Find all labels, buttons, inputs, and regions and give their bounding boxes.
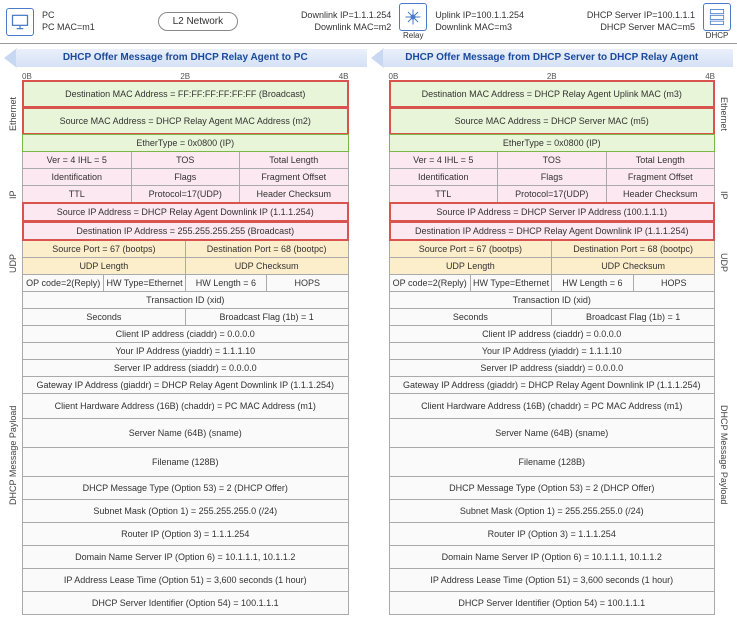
pay-o51: IP Address Lease Time (Option 51) = 3,60… — [22, 568, 349, 592]
ip-row1-r: Ver = 4 IHL = 5TOSTotal Length — [389, 152, 716, 169]
eth-type-r: EtherType = 0x0800 (IP) — [389, 134, 716, 152]
ip-row3-r: TTLProtocol=17(UDP)Header Checksum — [389, 186, 716, 203]
left-arrow: DHCP Offer Message from DHCP Relay Agent… — [4, 48, 367, 70]
pay-o54: DHCP Server Identifier (Option 54) = 100… — [22, 591, 349, 615]
udp-label: UDP — [6, 246, 20, 280]
pay-sname-r: Server Name (64B) (sname) — [389, 418, 716, 448]
eth-src-r: Source MAC Address = DHCP Server MAC (m5… — [389, 107, 716, 135]
ip-row3: TTLProtocol=17(UDP)Header Checksum — [22, 186, 349, 203]
pay-giaddr: Gateway IP Address (giaddr) = DHCP Relay… — [22, 376, 349, 394]
dhcp-label: DHCP — [703, 31, 731, 40]
pc-icon — [6, 8, 34, 36]
pay-sec-r: SecondsBroadcast Flag (1b) = 1 — [389, 309, 716, 326]
udp-ports-r: Source Port = 67 (bootps)Destination Por… — [389, 241, 716, 258]
pay-chaddr: Client Hardware Address (16B) (chaddr) =… — [22, 393, 349, 419]
pay-o54-r: DHCP Server Identifier (Option 54) = 100… — [389, 591, 716, 615]
pay-sname: Server Name (64B) (sname) — [22, 418, 349, 448]
server-mac: DHCP Server MAC=m5 — [587, 22, 695, 34]
ip-label: IP — [6, 150, 20, 240]
pay-sec: SecondsBroadcast Flag (1b) = 1 — [22, 309, 349, 326]
pay-ciaddr-r: Client IP address (ciaddr) = 0.0.0.0 — [389, 325, 716, 343]
server-ip: DHCP Server IP=100.1.1.1 — [587, 10, 695, 22]
relay-label: Relay — [399, 31, 427, 40]
packet-diagrams: DHCP Offer Message from DHCP Relay Agent… — [0, 44, 737, 619]
l2-network-label: L2 Network — [158, 12, 239, 31]
eth-dst-r: Destination MAC Address = DHCP Relay Age… — [389, 80, 716, 108]
pay-op-r: OP code=2(Reply)HW Type=EthernetHW Lengt… — [389, 275, 716, 292]
left-packet: DHCP Offer Message from DHCP Relay Agent… — [4, 48, 367, 615]
right-packet: DHCP Offer Message from DHCP Server to D… — [371, 48, 734, 615]
pc-mac: PC MAC=m1 — [42, 22, 95, 34]
network-topology-bar: PCPC MAC=m1 L2 Network Downlink IP=1.1.1… — [0, 0, 737, 44]
pay-yiaddr: Your IP Address (yiaddr) = 1.1.1.10 — [22, 342, 349, 360]
ip-row2-r: IdentificationFlagsFragment Offset — [389, 169, 716, 186]
pay-xid: Transaction ID (xid) — [22, 291, 349, 309]
pay-o51-r: IP Address Lease Time (Option 51) = 3,60… — [389, 568, 716, 592]
udp-ports: Source Port = 67 (bootps)Destination Por… — [22, 241, 349, 258]
pay-chaddr-r: Client Hardware Address (16B) (chaddr) =… — [389, 393, 716, 419]
eth-type: EtherType = 0x0800 (IP) — [22, 134, 349, 152]
uplink-ip: Uplink IP=100.1.1.254 — [435, 10, 524, 22]
right-arrow: DHCP Offer Message from DHCP Server to D… — [371, 48, 734, 70]
udp-label-r: UDP — [717, 246, 731, 280]
payload-label: DHCP Message Payload — [6, 290, 20, 620]
ip-src: Source IP Address = DHCP Relay Agent Dow… — [22, 202, 349, 222]
ip-label-r: IP — [717, 150, 731, 240]
downlink-ip: Downlink IP=1.1.1.254 — [301, 10, 391, 22]
ip-dst: Destination IP Address = 255.255.255.255… — [22, 221, 349, 241]
right-title: DHCP Offer Message from DHCP Server to D… — [371, 52, 734, 63]
pay-o6: Domain Name Server IP (Option 6) = 10.1.… — [22, 545, 349, 569]
udp-len-ck-r: UDP LengthUDP Checksum — [389, 258, 716, 275]
pay-o1: Subnet Mask (Option 1) = 255.255.255.0 (… — [22, 499, 349, 523]
pay-ciaddr: Client IP address (ciaddr) = 0.0.0.0 — [22, 325, 349, 343]
pay-o53-r: DHCP Message Type (Option 53) = 2 (DHCP … — [389, 476, 716, 500]
left-title: DHCP Offer Message from DHCP Relay Agent… — [4, 52, 367, 63]
pay-op: OP code=2(Reply)HW Type=EthernetHW Lengt… — [22, 275, 349, 292]
pay-siaddr: Server IP address (siaddr) = 0.0.0.0 — [22, 359, 349, 377]
relay-icon — [399, 3, 427, 31]
udp-len-ck: UDP LengthUDP Checksum — [22, 258, 349, 275]
uplink-mac: Downlink MAC=m3 — [435, 22, 524, 34]
eth-dst: Destination MAC Address = FF:FF:FF:FF:FF… — [22, 80, 349, 108]
ethernet-label: Ethernet — [6, 84, 20, 144]
dhcp-server-icon — [703, 3, 731, 31]
pay-giaddr-r: Gateway IP Address (giaddr) = DHCP Relay… — [389, 376, 716, 394]
eth-src: Source MAC Address = DHCP Relay Agent MA… — [22, 107, 349, 135]
pay-o53: DHCP Message Type (Option 53) = 2 (DHCP … — [22, 476, 349, 500]
ip-src-r: Source IP Address = DHCP Server IP Addre… — [389, 202, 716, 222]
payload-label-r: DHCP Message Payload — [717, 290, 731, 620]
pc-label: PC — [42, 10, 95, 22]
pay-file-r: Filename (128B) — [389, 447, 716, 477]
pay-xid-r: Transaction ID (xid) — [389, 291, 716, 309]
pay-o6-r: Domain Name Server IP (Option 6) = 10.1.… — [389, 545, 716, 569]
pay-siaddr-r: Server IP address (siaddr) = 0.0.0.0 — [389, 359, 716, 377]
downlink-mac: Downlink MAC=m2 — [301, 22, 391, 34]
ethernet-label-r: Ethernet — [717, 84, 731, 144]
pay-o3: Router IP (Option 3) = 1.1.1.254 — [22, 522, 349, 546]
ip-dst-r: Destination IP Address = DHCP Relay Agen… — [389, 221, 716, 241]
pay-yiaddr-r: Your IP Address (yiaddr) = 1.1.1.10 — [389, 342, 716, 360]
pay-o3-r: Router IP (Option 3) = 1.1.1.254 — [389, 522, 716, 546]
pay-file: Filename (128B) — [22, 447, 349, 477]
pay-o1-r: Subnet Mask (Option 1) = 255.255.255.0 (… — [389, 499, 716, 523]
ip-row2: IdentificationFlagsFragment Offset — [22, 169, 349, 186]
ip-row1: Ver = 4 IHL = 5TOSTotal Length — [22, 152, 349, 169]
